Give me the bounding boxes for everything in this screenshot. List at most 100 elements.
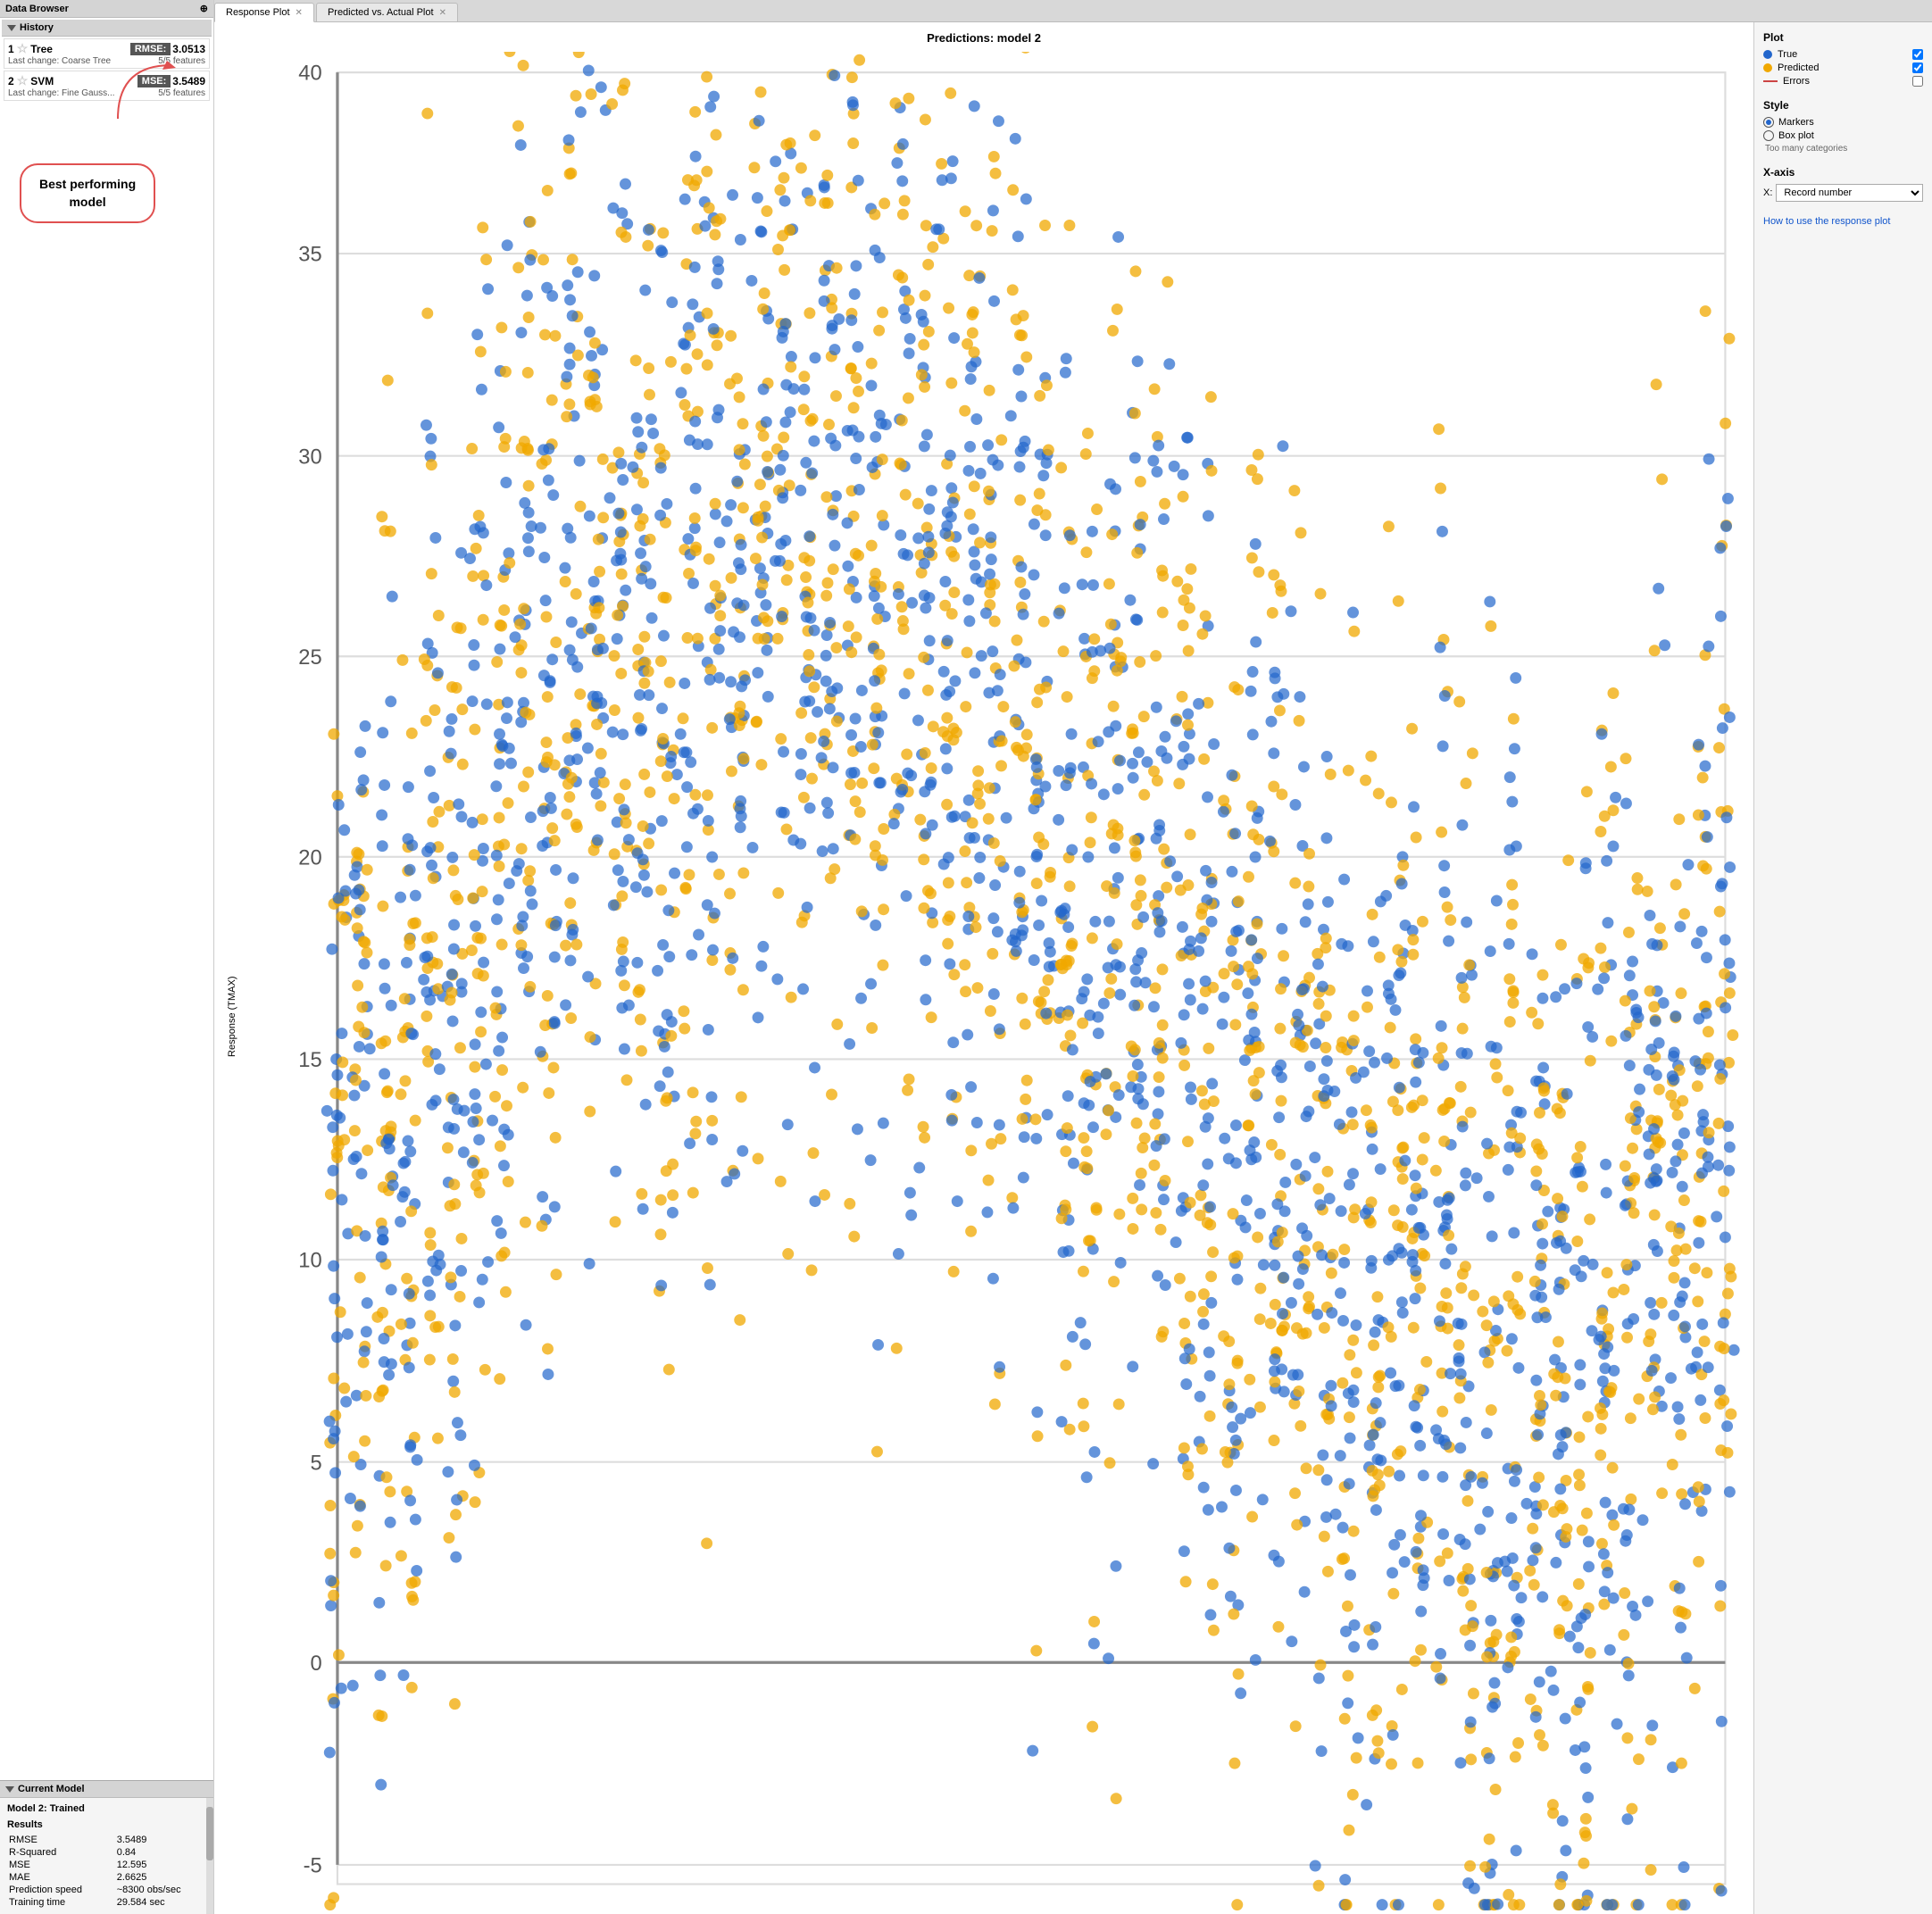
predicted-point (352, 922, 363, 934)
predicted-point (918, 1121, 929, 1133)
legend-checkbox-true[interactable] (1912, 49, 1923, 60)
predicted-point (1633, 1394, 1645, 1405)
true-point (1185, 994, 1196, 1006)
true-point (1134, 1179, 1145, 1191)
predicted-point (1508, 1899, 1520, 1910)
current-model-expand-icon[interactable] (5, 1786, 14, 1793)
true-point (1160, 1279, 1171, 1291)
true-point (630, 881, 642, 893)
predicted-point (1155, 1224, 1167, 1236)
true-point (966, 361, 978, 372)
scroll-thumb[interactable] (206, 1807, 213, 1860)
true-point (1294, 691, 1305, 703)
predicted-point (1464, 1860, 1476, 1872)
true-point (563, 134, 575, 146)
predicted-point (1415, 1644, 1427, 1656)
predicted-point (984, 385, 995, 396)
true-point (527, 898, 538, 910)
true-point (904, 1187, 916, 1199)
true-point (829, 540, 840, 552)
true-point (374, 1669, 386, 1681)
style-boxplot-label: Box plot (1778, 130, 1814, 141)
predicted-point (1030, 1645, 1042, 1657)
true-point (661, 498, 672, 510)
predicted-point (1676, 1488, 1687, 1500)
predicted-point (1439, 1103, 1451, 1114)
legend-checkbox-predicted[interactable] (1912, 62, 1923, 73)
true-point (1235, 1687, 1246, 1699)
predicted-point (561, 809, 572, 820)
predicted-point (1182, 720, 1194, 731)
predicted-point (1223, 1378, 1235, 1390)
predicted-point (1503, 1085, 1514, 1096)
radio-markers[interactable] (1763, 117, 1774, 128)
predicted-point (1338, 1244, 1350, 1255)
predicted-point (1243, 871, 1254, 883)
tab-response-plot-close[interactable]: ✕ (296, 8, 303, 18)
predicted-point (1486, 1404, 1497, 1416)
predicted-point (1719, 968, 1730, 979)
predicted-point (1412, 1533, 1424, 1544)
predicted-point (755, 87, 767, 98)
true-point (1229, 828, 1241, 839)
predicted-point (1066, 937, 1078, 949)
true-point (537, 1191, 548, 1202)
true-point (1444, 1575, 1455, 1586)
model-1-star[interactable]: ☆ (17, 41, 29, 56)
predicted-point (1385, 1022, 1396, 1034)
true-point (1697, 1109, 1709, 1120)
xaxis-select[interactable]: Record number Index (1776, 184, 1923, 202)
predicted-point (806, 1264, 818, 1276)
radio-boxplot[interactable] (1763, 130, 1774, 141)
true-point (1293, 1251, 1304, 1262)
true-point (401, 957, 412, 969)
predicted-point (870, 840, 881, 852)
model-2-star[interactable]: ☆ (17, 73, 29, 88)
predicted-point (477, 221, 488, 233)
predicted-point (690, 1116, 702, 1128)
help-link[interactable]: How to use the response plot (1763, 216, 1890, 227)
tab-response-plot[interactable]: Response Plot ✕ (214, 3, 314, 22)
predicted-point (870, 568, 881, 579)
true-point (1040, 1008, 1052, 1019)
predicted-point (1288, 485, 1300, 496)
history-expand-icon[interactable] (7, 25, 16, 31)
true-point (595, 81, 607, 93)
true-point (1098, 788, 1110, 800)
true-point (404, 1494, 416, 1506)
legend-checkbox-errors[interactable] (1912, 76, 1923, 87)
predicted-point (877, 306, 888, 318)
predicted-point (1196, 1444, 1208, 1455)
true-point (1407, 1249, 1419, 1261)
predicted-point (1595, 826, 1606, 837)
true-point (1254, 1208, 1266, 1219)
true-point (921, 429, 933, 440)
true-point (706, 852, 718, 863)
true-point (704, 603, 716, 614)
tab-predicted-actual[interactable]: Predicted vs. Actual Plot ✕ (316, 3, 458, 21)
predicted-point (1411, 832, 1422, 844)
true-point (819, 275, 830, 287)
true-point (712, 263, 724, 275)
scroll-indicator[interactable] (206, 1798, 213, 1914)
predicted-point (988, 151, 1000, 162)
chart-wrapper: Response (TMAX) (223, 52, 1745, 1914)
predicted-point (452, 894, 463, 905)
model-1-num: 1 (8, 43, 14, 55)
tab-predicted-actual-close[interactable]: ✕ (439, 8, 446, 18)
predicted-point (396, 1319, 407, 1330)
style-boxplot[interactable]: Box plot (1763, 130, 1923, 141)
predicted-point (896, 272, 908, 284)
style-markers[interactable]: Markers (1763, 117, 1923, 128)
predicted-point (738, 753, 750, 764)
predicted-point (428, 872, 439, 884)
predicted-point (634, 984, 645, 995)
true-point (1481, 1427, 1493, 1439)
predicted-point (969, 480, 980, 492)
predicted-point (1722, 1288, 1734, 1300)
true-point (631, 957, 643, 969)
predicted-point (1269, 1435, 1280, 1446)
true-point (632, 426, 644, 437)
predicted-point (1127, 1193, 1138, 1204)
predicted-point (1178, 491, 1189, 503)
